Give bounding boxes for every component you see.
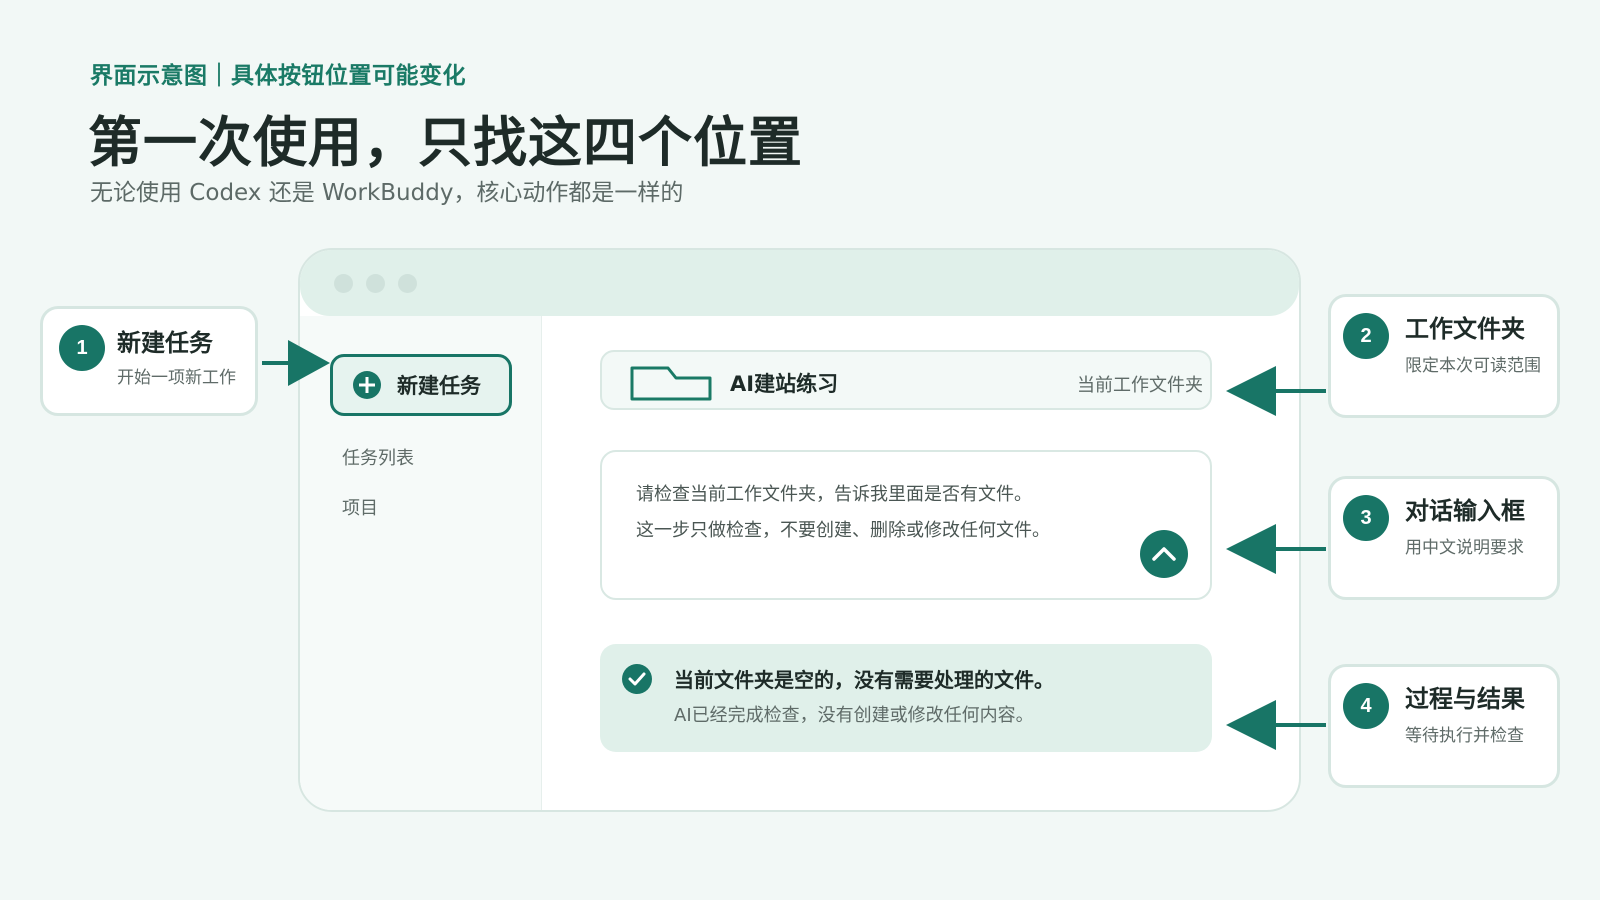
callout-title: 过程与结果	[1405, 685, 1525, 713]
chevron-up-icon	[1152, 547, 1176, 561]
page-subtitle: 无论使用 Codex 还是 WorkBuddy，核心动作都是一样的	[90, 180, 684, 206]
window-dot-icon	[334, 274, 353, 293]
step-number-badge: 4	[1343, 683, 1389, 729]
callout-desc: 限定本次可读范围	[1405, 356, 1541, 376]
sidebar-item-task-list[interactable]: 任务列表	[342, 444, 414, 470]
callout-chat-input: 3 对话输入框 用中文说明要求	[1328, 476, 1560, 600]
result-title: 当前文件夹是空的，没有需要处理的文件。	[674, 668, 1054, 692]
arrow-right-icon	[262, 340, 330, 386]
callout-desc: 用中文说明要求	[1405, 538, 1524, 558]
check-circle-icon	[622, 664, 652, 694]
page-title: 第一次使用，只找这四个位置	[88, 111, 803, 174]
arrow-left-icon	[1226, 366, 1326, 416]
callout-working-folder: 2 工作文件夹 限定本次可读范围	[1328, 294, 1560, 418]
chat-input[interactable]: 请检查当前工作文件夹，告诉我里面是否有文件。 这一步只做检查，不要创建、删除或修…	[600, 450, 1212, 600]
callout-new-task: 1 新建任务 开始一项新工作	[40, 306, 258, 416]
callout-title: 新建任务	[117, 329, 213, 357]
window-dot-icon	[366, 274, 385, 293]
callout-title: 对话输入框	[1405, 497, 1525, 525]
new-task-label: 新建任务	[397, 374, 481, 398]
callout-desc: 等待执行并检查	[1405, 726, 1524, 746]
step-number-badge: 1	[59, 325, 105, 371]
chat-input-line: 这一步只做检查，不要创建、删除或修改任何文件。	[636, 520, 1050, 541]
result-panel: 当前文件夹是空的，没有需要处理的文件。 AI已经完成检查，没有创建或修改任何内容…	[600, 644, 1212, 752]
chat-input-line: 请检查当前工作文件夹，告诉我里面是否有文件。	[636, 484, 1032, 505]
app-window: 新建任务 任务列表 项目 AI建站练习 当前工作文件夹 请检查当前工作文件夹，告…	[298, 248, 1301, 812]
arrow-left-icon	[1226, 524, 1326, 574]
new-task-button[interactable]: 新建任务	[330, 354, 512, 416]
eyebrow-label: 界面示意图｜具体按钮位置可能变化	[90, 63, 466, 89]
callout-desc: 开始一项新工作	[117, 368, 236, 388]
arrow-left-icon	[1226, 700, 1326, 750]
step-number-badge: 3	[1343, 495, 1389, 541]
folder-name: AI建站练习	[730, 372, 839, 396]
callout-process-result: 4 过程与结果 等待执行并检查	[1328, 664, 1560, 788]
window-dot-icon	[398, 274, 417, 293]
plus-circle-icon	[353, 371, 381, 399]
folder-hint: 当前工作文件夹	[1077, 375, 1203, 396]
sidebar-item-projects[interactable]: 项目	[342, 494, 378, 520]
step-number-badge: 2	[1343, 313, 1389, 359]
result-detail: AI已经完成检查，没有创建或修改任何内容。	[674, 705, 1034, 726]
window-titlebar	[300, 250, 1299, 316]
callout-title: 工作文件夹	[1405, 315, 1525, 343]
folder-selector[interactable]: AI建站练习 当前工作文件夹	[600, 350, 1212, 410]
folder-icon	[630, 366, 712, 401]
send-button[interactable]	[1140, 530, 1188, 578]
